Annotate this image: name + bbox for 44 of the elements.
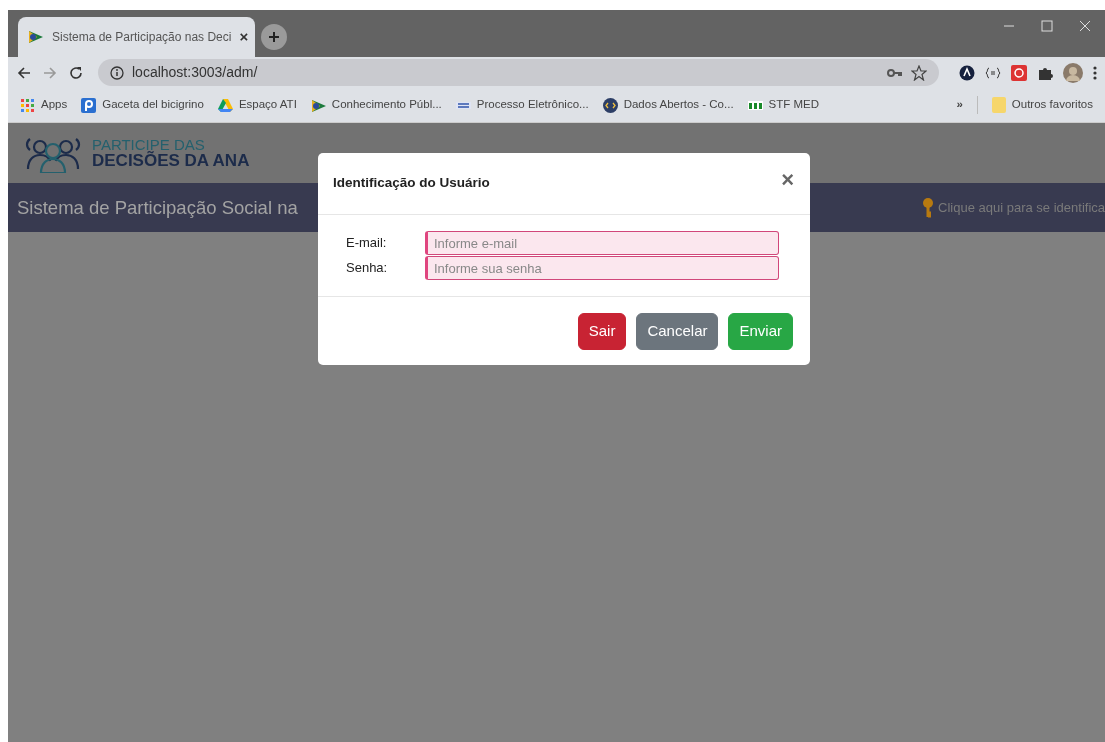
braces-icon[interactable] (985, 66, 1001, 79)
bookmark-item[interactable]: Gaceta del bicigrino (81, 96, 204, 114)
address-text: localhost:3003/adm/ (132, 63, 258, 82)
navbar-title: Sistema de Participação Social na (17, 195, 298, 220)
bookmark-item[interactable]: STF MED (747, 96, 820, 114)
maximize-icon[interactable] (1041, 20, 1053, 32)
info-icon (110, 65, 124, 80)
favicon-icon (310, 97, 326, 113)
more-bookmarks-button[interactable]: » (956, 96, 963, 114)
dialog-title: Identificação do Usuário (333, 174, 490, 193)
tab-title: Sistema de Participação nas Deci (52, 29, 232, 46)
bookmark-item[interactable]: Apps (20, 96, 68, 114)
drive-icon (217, 97, 233, 113)
field-label: E-mail: (346, 234, 388, 253)
bookmark-folder[interactable]: Outros favoritos (991, 96, 1093, 114)
menu-icon[interactable] (1093, 64, 1097, 81)
folder-icon (991, 97, 1006, 113)
key-icon (922, 197, 935, 218)
close-icon[interactable]: × (239, 25, 249, 49)
apps-icon (20, 97, 35, 113)
field-label: Senha: (346, 259, 389, 278)
browser-tab[interactable]: Sistema de Participação nas Deci × (18, 17, 255, 57)
new-tab-button[interactable] (261, 24, 287, 50)
extension-icon[interactable] (959, 64, 975, 81)
close-button[interactable]: × (781, 168, 794, 199)
bookmark-item[interactable]: Processo Eletrônico... (455, 96, 589, 114)
key-icon[interactable] (887, 67, 903, 78)
reload-icon[interactable] (68, 64, 84, 81)
close-icon[interactable] (1079, 20, 1091, 32)
dialog-button[interactable]: Cancelar (636, 312, 719, 350)
back-icon[interactable] (16, 64, 32, 81)
favicon-icon (28, 29, 44, 45)
input-field[interactable]: Informe sua senha (425, 256, 779, 280)
dialog-button[interactable]: Sair (577, 312, 627, 350)
input-field[interactable]: Informe e-mail (425, 231, 779, 255)
bookmark-item[interactable]: Conhecimento Públ... (310, 96, 442, 114)
address-bar[interactable]: localhost:3003/adm/ (98, 59, 939, 86)
code-icon (602, 97, 618, 113)
bookmark-item[interactable]: Dados Abertos - Co... (602, 96, 734, 114)
star-icon[interactable] (911, 64, 927, 81)
favicon-icon (81, 97, 97, 113)
avatar-icon[interactable] (1063, 62, 1083, 83)
bookmark-item[interactable]: Espaço ATI (217, 96, 297, 114)
plus-icon (268, 31, 280, 43)
